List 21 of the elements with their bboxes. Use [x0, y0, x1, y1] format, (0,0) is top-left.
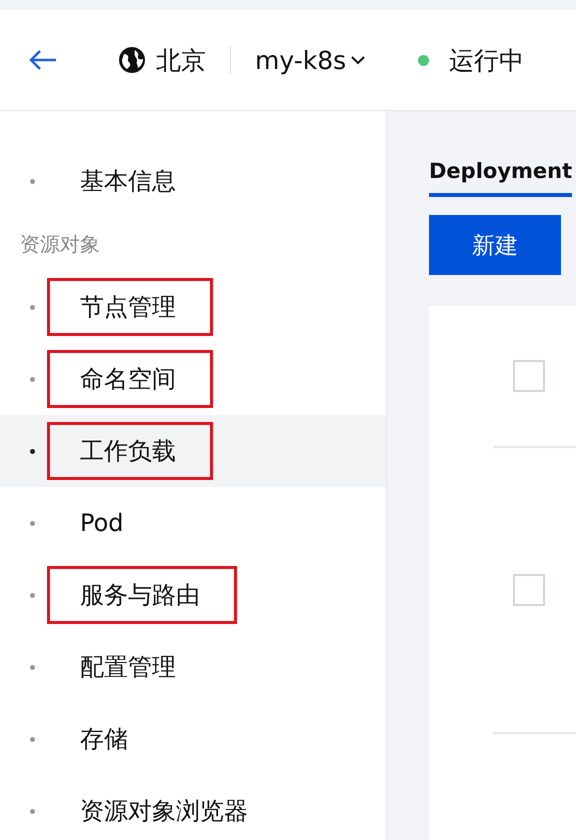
chevron-down-icon [350, 55, 366, 65]
row-checkbox[interactable] [513, 360, 545, 392]
create-button[interactable]: 新建 [429, 215, 561, 275]
sidebar-item[interactable]: 服务与路由 [47, 566, 237, 624]
status-dot [418, 54, 430, 66]
cluster-dropdown[interactable]: my-k8s [255, 46, 366, 74]
sidebar-item[interactable]: 基本信息 [47, 152, 213, 210]
sidebar-item[interactable]: 配置管理 [47, 638, 213, 696]
tab[interactable]: Deployment [429, 159, 572, 197]
sidebar-item[interactable]: 资源对象浏览器 [47, 782, 285, 840]
sidebar-item[interactable]: 命名空间 [47, 350, 213, 408]
sidebar-item[interactable]: Pod [47, 496, 161, 550]
globe-icon [118, 46, 146, 74]
back-arrow-icon[interactable] [28, 49, 58, 71]
sidebar-item[interactable]: 存储 [47, 710, 165, 768]
row-checkbox[interactable] [513, 574, 545, 606]
sidebar-item[interactable]: 节点管理 [47, 278, 213, 336]
sidebar-item[interactable]: 工作负载 [47, 422, 213, 480]
section-heading: 资源对象 [19, 230, 101, 258]
region-label: 北京 [156, 44, 206, 76]
status-label: 运行中 [449, 44, 524, 76]
